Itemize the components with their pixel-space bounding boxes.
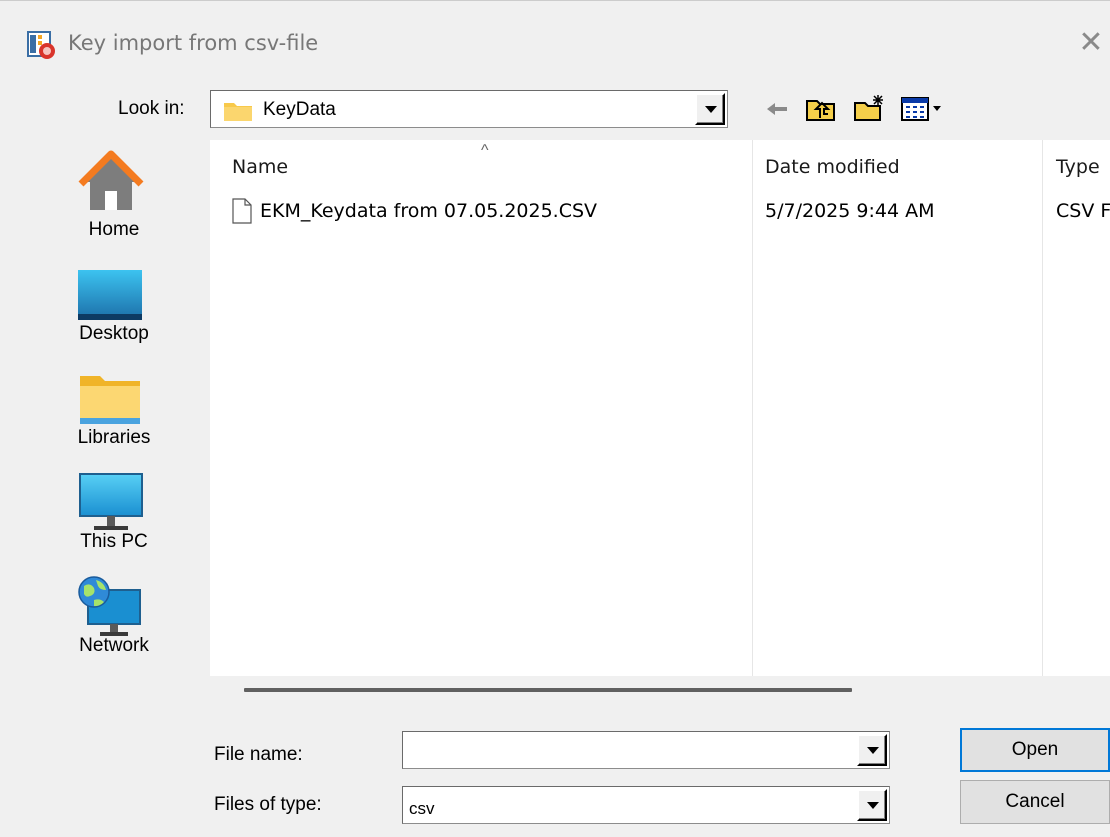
open-button[interactable]: Open (960, 728, 1110, 772)
file-type-value: csv (409, 799, 435, 818)
sort-indicator: ^ (481, 142, 489, 159)
folder-icon (224, 103, 252, 121)
place-label-home: Home (88, 219, 140, 240)
look-in-combo[interactable]: KeyData (210, 90, 728, 128)
file-list[interactable]: ^ Name Date modified Type EKM_Keydata fr… (210, 140, 1110, 676)
app-icon (27, 31, 55, 59)
horizontal-scrollbar[interactable] (244, 688, 852, 692)
column-header-type[interactable]: Type (1056, 156, 1100, 178)
column-header-name[interactable]: Name (232, 156, 288, 178)
file-date-modified: 5/7/2025 9:44 AM (765, 200, 935, 222)
up-folder-icon[interactable] (804, 92, 838, 126)
back-arrow-icon[interactable] (762, 92, 792, 126)
this-pc-icon (79, 473, 143, 530)
file-type-select[interactable]: csv (402, 786, 890, 824)
place-label-this-pc: This PC (80, 531, 148, 552)
home-icon (78, 150, 144, 210)
place-label-network: Network (79, 635, 149, 656)
look-in-label: Look in: (118, 98, 185, 119)
file-type-label: Files of type: (214, 794, 322, 815)
file-name-label: File name: (214, 744, 303, 765)
window-title: Key import from csv-file (68, 31, 319, 55)
file-row[interactable]: EKM_Keydata from 07.05.2025.CSV 5/7/2025… (210, 196, 1110, 226)
file-name: EKM_Keydata from 07.05.2025.CSV (260, 200, 598, 222)
file-name-dropdown-arrow[interactable] (857, 734, 887, 766)
file-type: CSV F (1056, 200, 1110, 222)
network-icon (78, 576, 141, 636)
file-type-dropdown-arrow[interactable] (857, 789, 887, 821)
desktop-icon (78, 270, 142, 320)
column-header-date-modified[interactable]: Date modified (765, 156, 900, 178)
place-label-libraries: Libraries (77, 427, 151, 448)
place-libraries[interactable]: Libraries (58, 362, 182, 462)
look-in-value: KeyData (263, 99, 336, 120)
file-name-field[interactable] (402, 731, 890, 769)
libraries-icon (80, 376, 140, 424)
close-button[interactable]: ✕ (1072, 25, 1110, 63)
look-in-dropdown-arrow[interactable] (695, 93, 725, 125)
cancel-button[interactable]: Cancel (960, 780, 1110, 824)
new-folder-icon[interactable] (852, 92, 886, 126)
place-label-desktop: Desktop (79, 323, 149, 344)
view-menu-icon[interactable] (900, 92, 948, 126)
place-home[interactable]: Home (58, 140, 182, 240)
place-desktop[interactable]: Desktop (58, 258, 182, 358)
place-this-pc[interactable]: This PC (58, 466, 182, 566)
title-bar: Key import from csv-file ✕ (0, 0, 1110, 82)
place-network[interactable]: Network (58, 570, 182, 670)
file-icon (232, 198, 252, 224)
